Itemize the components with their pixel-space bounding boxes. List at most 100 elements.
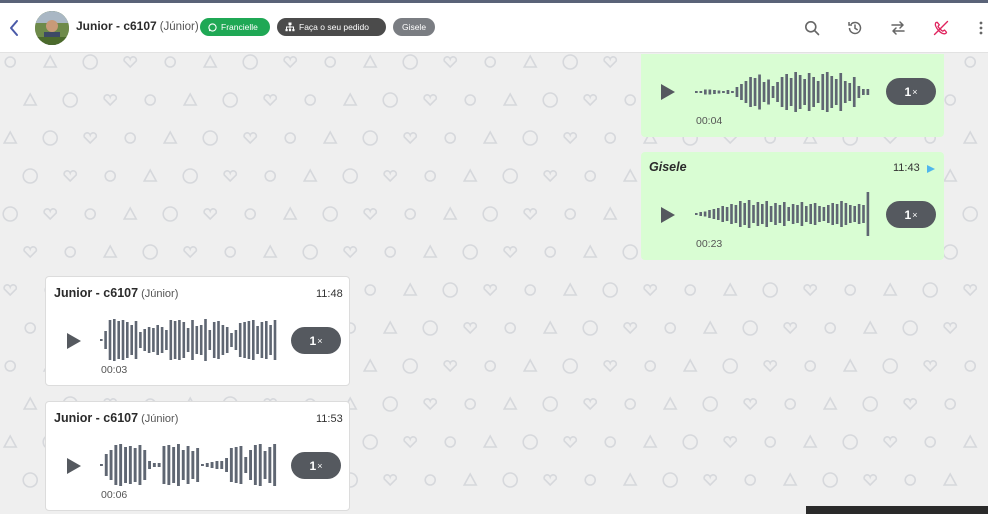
background-doodle — [502, 472, 519, 488]
background-doodle — [782, 472, 798, 486]
waveform-bar — [794, 72, 797, 112]
background-doodle — [463, 322, 478, 335]
background-doodle — [362, 54, 378, 68]
waveform-bar — [812, 77, 815, 107]
background-doodle — [504, 322, 517, 334]
message-bubble-incoming[interactable]: Junior - c6107 (Júnior) 11:53 00:06 1 × — [45, 401, 350, 511]
background-doodle — [403, 436, 418, 449]
waveform-bar — [813, 203, 817, 225]
waveform-bar — [771, 86, 775, 98]
background-doodle — [2, 206, 19, 222]
playback-speed-button[interactable]: 1 × — [886, 78, 936, 105]
waveform-bar — [740, 84, 743, 100]
background-doodle — [404, 208, 417, 220]
waveform-bar — [191, 320, 194, 360]
contact-name-text: Junior - c6107 — [76, 19, 157, 33]
end-call-button[interactable] — [930, 17, 952, 39]
waveform-bar — [722, 91, 725, 93]
background-doodle — [342, 92, 358, 106]
back-button[interactable] — [4, 16, 24, 40]
background-doodle — [443, 360, 458, 373]
message-bubble-outgoing[interactable]: 00:04 1 × — [641, 54, 944, 137]
chat-area[interactable]: 00:04 1 × Gisele 11:43 00:23 1 × Junior - … — [0, 54, 988, 514]
playback-speed-button[interactable]: 1 × — [291, 452, 341, 479]
background-doodle — [162, 206, 179, 222]
whatsapp-channel-tag[interactable]: Francielle — [200, 18, 270, 36]
play-icon[interactable] — [657, 205, 677, 225]
background-doodle — [544, 246, 557, 258]
background-doodle — [842, 434, 859, 450]
message-time: 11:53 — [316, 413, 343, 425]
waveform-bar — [703, 211, 707, 217]
background-doodle — [22, 92, 38, 106]
background-doodle — [743, 398, 758, 411]
waveform-bar — [133, 448, 137, 482]
search-button[interactable] — [801, 17, 823, 39]
waveform-bar — [783, 202, 786, 226]
waveform-bar — [143, 450, 147, 480]
play-icon[interactable] — [63, 331, 83, 351]
transfer-button[interactable] — [887, 17, 909, 39]
background-doodle — [363, 208, 378, 221]
waveform-bar — [114, 445, 118, 485]
history-button[interactable] — [844, 17, 866, 39]
history-icon — [848, 21, 862, 35]
background-doodle — [622, 168, 638, 182]
background-doodle — [524, 284, 537, 296]
background-doodle — [362, 358, 378, 372]
audio-waveform[interactable] — [693, 192, 873, 236]
background-doodle — [942, 244, 959, 260]
play-icon[interactable] — [63, 456, 83, 476]
background-doodle — [744, 474, 757, 486]
background-doodle — [944, 94, 957, 106]
background-doodle — [4, 360, 17, 372]
contact-name[interactable]: Junior - c6107 (Júnior) — [76, 19, 199, 33]
background-doodle — [902, 320, 919, 336]
waveform-bar — [148, 461, 151, 469]
audio-waveform[interactable] — [693, 70, 873, 114]
waveform-bar — [699, 212, 702, 216]
background-doodle — [382, 92, 399, 108]
background-doodle — [862, 320, 878, 334]
play-icon[interactable] — [657, 82, 677, 102]
waveform-bar — [708, 210, 711, 218]
background-doodle — [644, 360, 657, 372]
background-doodle — [804, 360, 817, 372]
background-doodle — [322, 206, 339, 222]
message-bubble-incoming[interactable]: Junior - c6107 (Júnior) 11:48 00:03 1 × — [45, 276, 350, 386]
waveform-bar — [239, 446, 243, 484]
waveform-bar — [774, 203, 777, 225]
background-doodle — [962, 206, 979, 222]
background-doodle — [102, 244, 118, 258]
background-doodle — [664, 322, 677, 334]
audio-waveform[interactable] — [98, 318, 280, 362]
background-doodle — [924, 436, 937, 448]
background-doodle — [684, 284, 697, 296]
background-doodle — [824, 322, 837, 334]
playback-speed-button[interactable]: 1 × — [886, 201, 936, 228]
waveform-bar — [169, 320, 173, 360]
waveform-bar — [273, 444, 277, 486]
speed-value: 1 — [309, 333, 317, 348]
background-doodle — [963, 284, 978, 297]
waveform-bar — [258, 444, 262, 486]
background-doodle — [103, 94, 118, 107]
speed-value: 1 — [904, 84, 912, 99]
message-bubble-outgoing[interactable]: Gisele 11:43 00:23 1 × — [641, 152, 944, 260]
waveform-bar — [831, 203, 834, 225]
more-options-button[interactable] — [974, 17, 988, 39]
waveform-bar — [238, 323, 242, 357]
waveform-bar — [199, 325, 203, 355]
agent-tag[interactable]: Gisele — [393, 18, 435, 36]
background-doodle — [402, 54, 419, 70]
waveform-bar — [699, 91, 703, 93]
avatar[interactable] — [35, 11, 69, 45]
waveform-bar — [191, 451, 195, 479]
audio-waveform[interactable] — [98, 443, 280, 487]
background-doodle — [903, 398, 918, 411]
waveform-bar — [162, 446, 166, 484]
playback-speed-button[interactable]: 1 × — [291, 327, 341, 354]
background-doodle — [284, 132, 297, 144]
order-flow-tag[interactable]: Faça o seu pedido — [277, 18, 386, 36]
background-doodle — [964, 360, 977, 372]
